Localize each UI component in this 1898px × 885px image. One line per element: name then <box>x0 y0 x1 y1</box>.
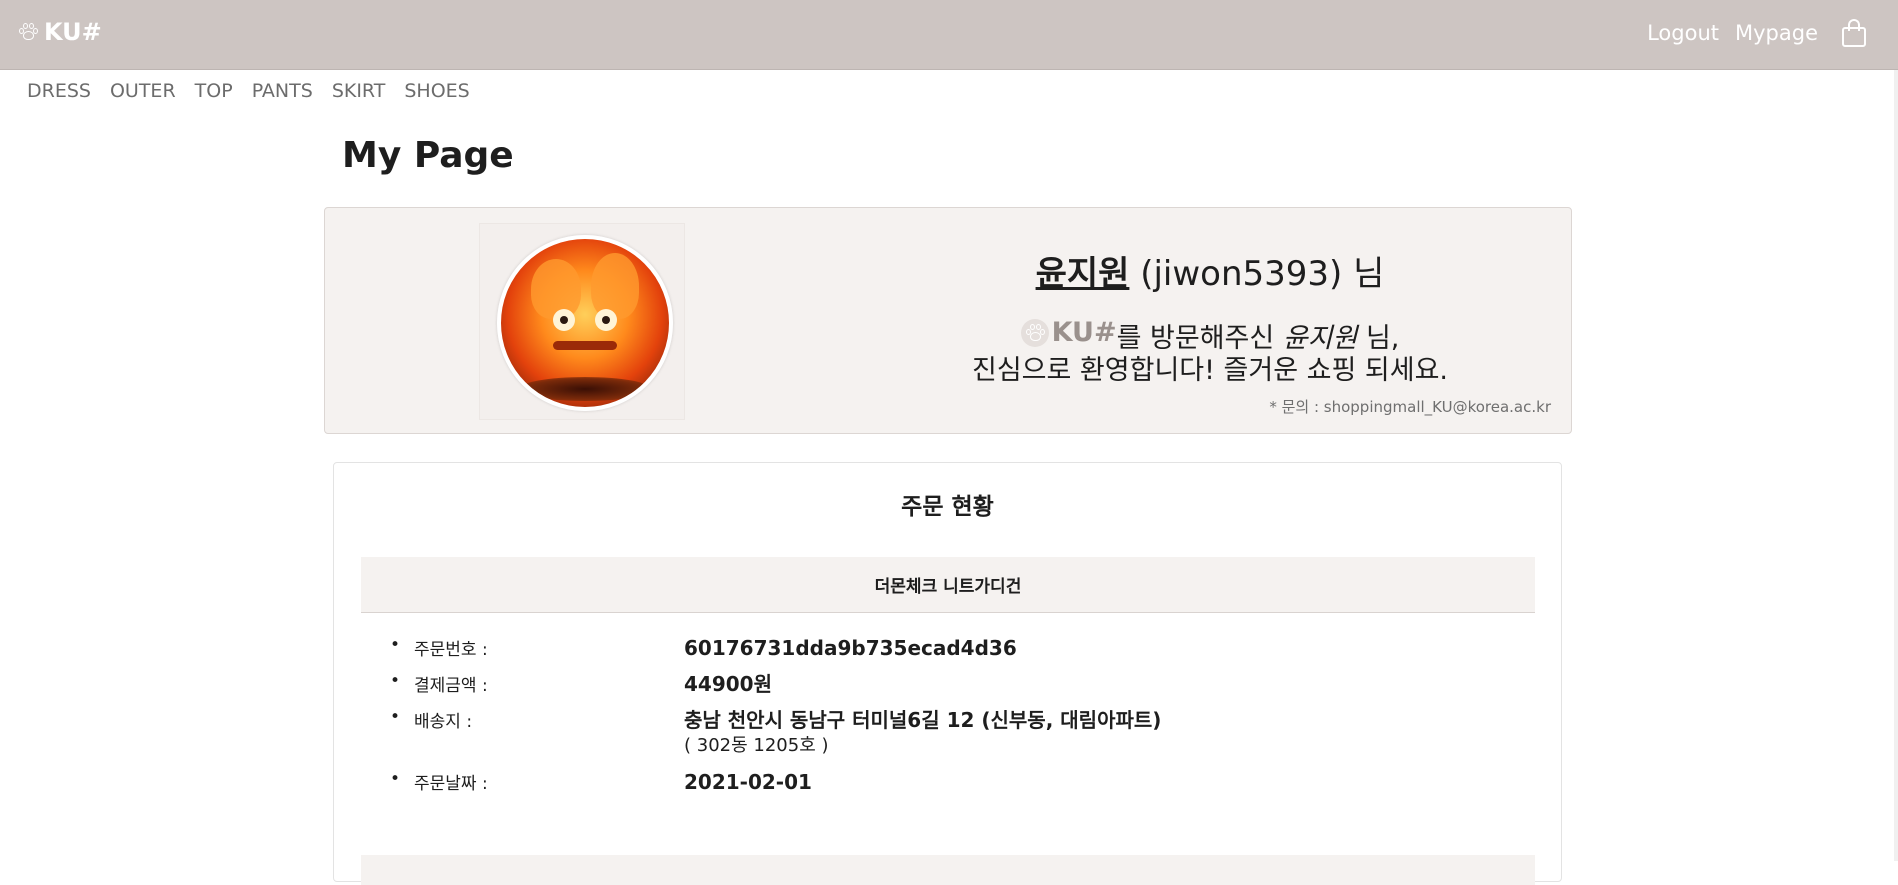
user-nav: Logout Mypage <box>1631 17 1868 49</box>
list-item: 배송지 : 충남 천안시 동남구 터미널6길 12 (신부동, 대림아파트) (… <box>390 707 1161 759</box>
order-status-title: 주문 현황 <box>901 494 994 520</box>
welcome-text-line2: 진심으로 환영합니다! 즐거운 쇼핑 되세요. <box>971 355 1448 386</box>
user-id: (jiwon5393) <box>1140 254 1343 294</box>
payment-amount-value: 44900원 <box>684 672 772 696</box>
avatar <box>497 235 673 411</box>
brand-logo-link[interactable]: KU# <box>18 18 102 46</box>
user-name-line: 윤지원 (jiwon5393) 님 <box>885 246 1535 295</box>
address-detail: ( 302동 1205호 ) <box>684 735 829 756</box>
list-item: 주문번호 : 60176731dda9b735ecad4d36 <box>390 635 1161 661</box>
category-shoes[interactable]: SHOES <box>404 80 469 102</box>
address-value: 충남 천안시 동남구 터미널6길 12 (신부동, 대림아파트) ( 302동 … <box>684 707 1161 759</box>
next-order-header <box>361 855 1535 885</box>
mini-brand-logo: KU# <box>1020 317 1117 349</box>
welcome-user-name: 윤지원 <box>1282 323 1358 354</box>
page-title: My Page <box>342 135 514 176</box>
address-label: 배송지 : <box>414 712 473 732</box>
welcome-text-part1: 를 방문해주신 <box>1116 323 1283 354</box>
order-date-label: 주문날짜 : <box>414 774 488 794</box>
category-skirt[interactable]: SKIRT <box>332 80 386 102</box>
list-item: 결제금액 : 44900원 <box>390 671 1161 697</box>
order-product-name[interactable]: 더몬체크 니트가디건 <box>361 557 1535 613</box>
address-main: 충남 천안시 동남구 터미널6길 12 (신부동, 대림아파트) <box>684 708 1162 732</box>
paw-icon <box>18 22 38 42</box>
payment-amount-label: 결제금액 : <box>414 676 488 696</box>
order-date-value: 2021-02-01 <box>684 770 812 794</box>
brand-name: KU# <box>44 18 102 46</box>
order-details-list: 주문번호 : 60176731dda9b735ecad4d36 결제금액 : 4… <box>390 635 1161 805</box>
welcome-message: 윤지원 (jiwon5393) 님 KU# 를 방문해주신 윤지원 님, 진심으… <box>885 246 1535 387</box>
category-pants[interactable]: PANTS <box>252 80 313 102</box>
contact-info: * 문의 : shoppingmall_KU@korea.ac.kr <box>1269 398 1551 416</box>
order-number-value: 60176731dda9b735ecad4d36 <box>684 636 1017 660</box>
honorific: 님 <box>1353 254 1385 294</box>
category-outer[interactable]: OUTER <box>110 80 176 102</box>
welcome-text-part2: 님, <box>1357 323 1400 354</box>
top-navbar: KU# Logout Mypage <box>0 0 1898 70</box>
paw-icon <box>1020 319 1049 347</box>
profile-card: 윤지원 (jiwon5393) 님 KU# 를 방문해주신 윤지원 님, 진심으… <box>324 207 1572 434</box>
mypage-link[interactable]: Mypage <box>1735 21 1818 45</box>
category-dress[interactable]: DRESS <box>27 80 91 102</box>
category-top[interactable]: TOP <box>195 80 233 102</box>
scrollbar[interactable] <box>1894 70 1898 861</box>
logout-link[interactable]: Logout <box>1647 21 1719 45</box>
user-name: 윤지원 <box>1035 254 1130 294</box>
order-status-card: 주문 현황 더몬체크 니트가디건 주문번호 : 60176731dda9b735… <box>333 462 1562 885</box>
welcome-text: KU# 를 방문해주신 윤지원 님, 진심으로 환영합니다! 즐거운 쇼핑 되세… <box>885 317 1535 387</box>
list-item: 주문날짜 : 2021-02-01 <box>390 769 1161 795</box>
category-nav: DRESS OUTER TOP PANTS SKIRT SHOES <box>27 80 489 102</box>
mini-brand-name: KU# <box>1051 317 1117 348</box>
shopping-bag-icon[interactable] <box>1840 17 1868 49</box>
order-number-label: 주문번호 : <box>414 640 488 660</box>
